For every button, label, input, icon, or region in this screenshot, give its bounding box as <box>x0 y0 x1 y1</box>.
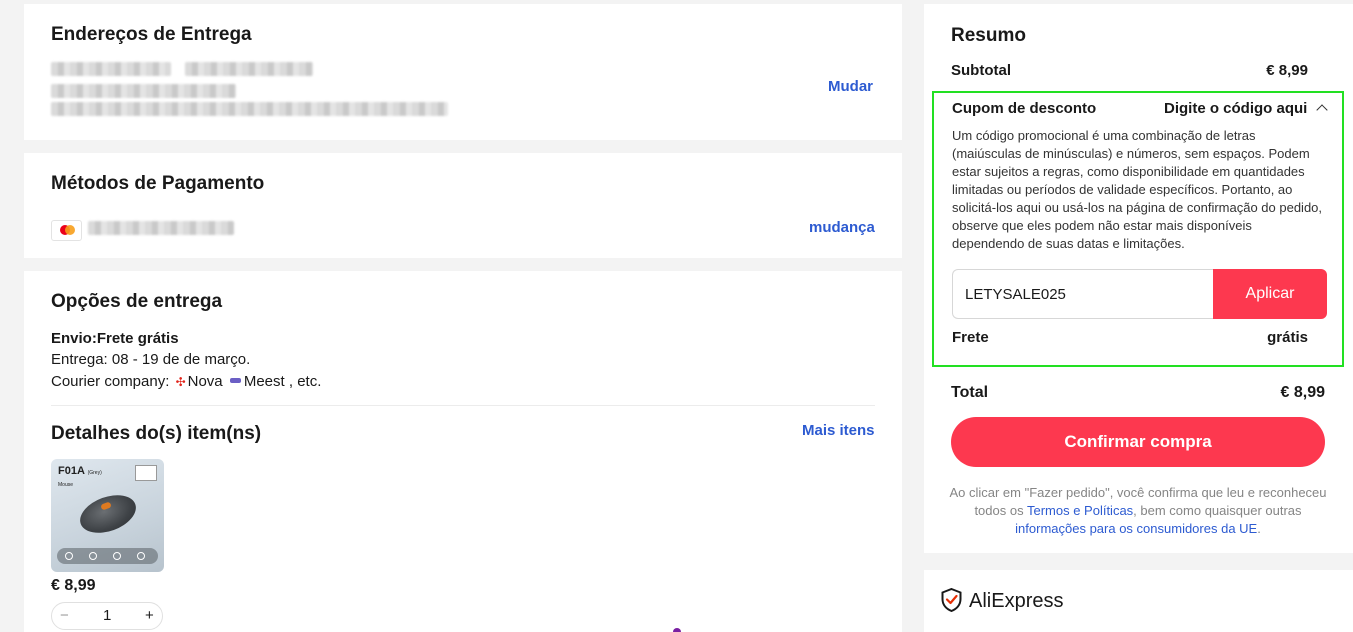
shield-check-icon <box>941 587 962 613</box>
courier-suffix: , etc. <box>288 373 322 390</box>
order-summary-card: Resumo Subtotal € 8,99 Cupom de desconto… <box>924 4 1353 553</box>
legal-notice: Ao clicar em "Fazer pedido", você confir… <box>946 484 1330 538</box>
summary-title: Resumo <box>951 25 1026 46</box>
coupon-description: Um código promocional é uma combinação d… <box>952 128 1323 251</box>
product-image-model: F01A <box>58 465 85 477</box>
total-value: € 8,99 <box>1280 384 1325 401</box>
feature-icon <box>65 552 73 560</box>
change-address-link[interactable]: Mudar <box>828 78 873 95</box>
redacted-address-line-1 <box>51 84 236 98</box>
coupon-toggle-label: Digite o código aqui <box>1164 100 1308 117</box>
delivery-options-card: Opções de entrega Envio:Frete grátis Ent… <box>24 271 902 632</box>
confirm-purchase-button[interactable]: Confirmar compra <box>951 417 1325 467</box>
chevron-up-icon <box>1315 104 1328 116</box>
coupon-toggle[interactable]: Digite o código aqui <box>1164 100 1328 117</box>
redacted-phone <box>185 62 313 76</box>
subtotal-label: Subtotal <box>951 62 1011 79</box>
feature-icon <box>113 552 121 560</box>
redacted-address-line-2 <box>51 102 448 116</box>
terms-policies-link[interactable]: Termos e Políticas <box>1027 503 1133 518</box>
nova-logo-icon: ✣ <box>175 375 186 389</box>
item-details-title: Detalhes do(s) item(ns) <box>51 423 262 444</box>
shipping-method: Envio:Frete grátis <box>51 330 179 347</box>
delivery-eta: Entrega: 08 - 19 de de março. <box>51 351 251 368</box>
cursor-dot-icon <box>673 628 681 632</box>
product-badge-icon <box>135 465 157 481</box>
courier-label: Courier company: <box>51 373 170 390</box>
meest-logo-icon <box>229 378 241 383</box>
redacted-name <box>51 62 171 76</box>
shipping-method-label: Envio: <box>51 330 97 347</box>
courier-nova: Nova <box>187 373 223 390</box>
shipping-address-title: Endereços de Entrega <box>51 24 252 45</box>
increase-quantity-button[interactable]: + <box>145 607 154 624</box>
mastercard-icon <box>51 220 82 241</box>
feature-icon <box>137 552 145 560</box>
coupon-code-input[interactable] <box>952 269 1214 319</box>
payment-methods-card: Métodos de Pagamento mudança <box>24 153 902 258</box>
coupon-section: Cupom de desconto Digite o código aqui U… <box>932 91 1344 367</box>
shipping-address-card: Endereços de Entrega Mudar <box>24 4 902 140</box>
eu-consumer-info-link[interactable]: informações para os consumidores da UE <box>1015 521 1257 536</box>
redacted-card-number <box>88 221 234 235</box>
product-price: € 8,99 <box>51 577 96 594</box>
coupon-label: Cupom de desconto <box>952 100 1097 117</box>
total-label: Total <box>951 384 989 401</box>
subtotal-value: € 8,99 <box>1266 62 1308 79</box>
decrease-quantity-button[interactable]: − <box>60 607 69 624</box>
shipping-fee-value: grátis <box>1267 329 1308 346</box>
legal-text-3: . <box>1257 521 1261 536</box>
aliexpress-logo-text: AliExpress <box>969 590 1064 612</box>
courier-meest: Meest <box>243 373 285 390</box>
product-image-title: F01A (Grey) Mouse <box>58 465 102 489</box>
product-image-color: (Grey) <box>87 470 102 476</box>
delivery-options-title: Opções de entrega <box>51 291 223 312</box>
brand-card: AliExpress <box>924 570 1353 632</box>
payment-methods-title: Métodos de Pagamento <box>51 173 265 194</box>
feature-icon <box>89 552 97 560</box>
quantity-value[interactable]: 1 <box>103 607 111 624</box>
legal-text-2: , bem como quaisquer outras <box>1133 503 1302 518</box>
apply-coupon-button[interactable]: Aplicar <box>1213 269 1327 319</box>
mouse-icon <box>74 488 142 540</box>
shipping-fee-label: Frete <box>952 329 989 346</box>
more-items-link[interactable]: Mais itens <box>802 422 875 439</box>
section-divider <box>51 405 875 406</box>
product-image[interactable]: F01A (Grey) Mouse <box>51 459 164 572</box>
quantity-stepper: − 1 + <box>51 602 163 630</box>
change-payment-link[interactable]: mudança <box>809 219 875 236</box>
product-image-tag: Mouse <box>58 482 74 488</box>
courier-info: Courier company: ✣ Nova Meest , etc. <box>51 373 321 390</box>
shipping-method-value: Frete grátis <box>96 330 179 347</box>
